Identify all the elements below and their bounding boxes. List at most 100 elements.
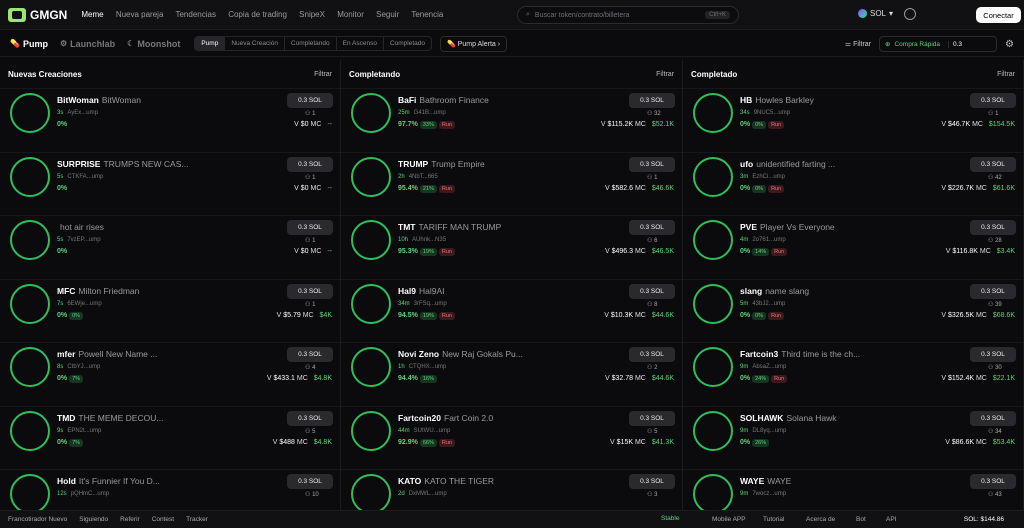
- token-card[interactable]: TRUMP Trump Empire 2h 4NbT...665 95.4% 21% Run…: [341, 151, 682, 216]
- segment-nueva[interactable]: Nueva Creación: [225, 37, 285, 50]
- buy-button[interactable]: 0.3 SOL: [970, 347, 1016, 362]
- settings-icon[interactable]: [904, 8, 916, 20]
- token-card[interactable]: Hal9 Hal9AI 34m 3rFSq...ump 94.5% 19% Run 0.3 S…: [341, 278, 682, 343]
- settings-icon[interactable]: ⚙: [1005, 39, 1014, 50]
- nav-snipex[interactable]: SnipeX: [299, 10, 325, 19]
- nav-meme[interactable]: Meme: [81, 10, 103, 19]
- nav-tendencias[interactable]: Tendencias: [175, 10, 215, 19]
- buy-button[interactable]: 0.3 SOL: [629, 156, 675, 172]
- buy-button[interactable]: 0.3 SOL: [629, 474, 675, 489]
- nav-seguir[interactable]: Seguir: [376, 10, 399, 19]
- nav-copia-trading[interactable]: Copia de trading: [228, 10, 287, 19]
- token-card[interactable]: Fartcoin20 Fart Coin 2.0 44m SUtWU...ump 92.…: [341, 405, 682, 470]
- buy-button[interactable]: 0.3 SOL: [970, 220, 1016, 235]
- tab-pump[interactable]: 💊 Pump: [10, 39, 48, 49]
- footer-referir[interactable]: Referir: [120, 516, 140, 523]
- buy-button[interactable]: 0.3 SOL: [287, 93, 333, 108]
- tab-launchlab[interactable]: ⚙ Launchlab: [60, 39, 115, 49]
- footer-acerca[interactable]: Acerca de: [806, 516, 835, 523]
- footer-api[interactable]: API: [886, 516, 896, 523]
- buy-button[interactable]: 0.3 SOL: [970, 156, 1016, 172]
- volume-mcap: V $488 MC $4.8K: [272, 438, 332, 446]
- buy-button[interactable]: 0.3 SOL: [287, 347, 333, 362]
- token-card[interactable]: TMT TARIFF MAN TRUMP 10h AUhnk...N35 95.3% 19…: [341, 215, 682, 279]
- token-card[interactable]: KATO KATO THE TIGER 2d DxMWL...ump 0.3 SOL ⚇ …: [341, 469, 682, 510]
- user-icon: ⚇: [305, 301, 311, 308]
- token-card[interactable]: ufo unidentified farting ... 3m EzhCi...ump…: [683, 151, 1023, 216]
- token-progress: 0% 14% Run: [740, 248, 788, 256]
- buy-button[interactable]: 0.3 SOL: [287, 283, 333, 299]
- column-0: Nuevas Creaciones Filtrar BitWoman BitWoman…: [0, 60, 341, 510]
- buy-button[interactable]: 0.3 SOL: [629, 410, 675, 426]
- buy-button[interactable]: 0.3 SOL: [970, 410, 1016, 426]
- buy-button[interactable]: 0.3 SOL: [629, 283, 675, 299]
- holder-count: ⚇ 34: [988, 428, 1002, 435]
- token-card[interactable]: hot air rises 5s 7vzEP...ump 0% 0.3 SOL ⚇ 1 V …: [0, 215, 340, 279]
- chain-selector[interactable]: SOL ▾: [858, 9, 893, 18]
- buy-button[interactable]: 0.3 SOL: [287, 220, 333, 235]
- token-card[interactable]: WAYE WAYE 9m 7wocz...ump 0.3 SOL ⚇ 43: [683, 469, 1023, 510]
- token-card[interactable]: mfer Powell New Name ... 8s CtbYJ...ump 0% 7%…: [0, 342, 340, 406]
- segment-pump[interactable]: Pump: [195, 37, 226, 50]
- footer-siguiendo[interactable]: Siguiendo: [79, 516, 108, 523]
- footer-tracker[interactable]: Tracker: [186, 516, 208, 523]
- segment-completado[interactable]: Completado: [384, 37, 431, 50]
- token-card[interactable]: BaFi Bathroom Finance 25m G41B...ump 97.7% 33…: [341, 88, 682, 152]
- pump-alert-button[interactable]: 💊 Pump Alerta ›: [440, 35, 508, 52]
- token-card[interactable]: SOLHAWK Solana Hawk 9m DL8yq...ump 0% 26% 0.3 …: [683, 405, 1023, 470]
- chevron-down-icon: ▾: [889, 9, 894, 18]
- volume-mcap: V $152.4K MC $22.1K: [941, 375, 1015, 382]
- token-card[interactable]: HB Howles Barkley 34s 9NUC5...ump 0% 0% Run 0.3…: [683, 88, 1023, 152]
- run-badge: Run: [438, 311, 455, 320]
- token-card[interactable]: TMD THE MEME DECOU... 9s EPN2t...ump 0% 7% 0.3…: [0, 405, 340, 470]
- column-filter[interactable]: Filtrar: [314, 71, 332, 78]
- connect-button[interactable]: Conectar: [976, 7, 1021, 23]
- nav-nueva-pareja[interactable]: Nueva pareja: [116, 10, 164, 19]
- token-card[interactable]: slang name slang 5m 43bJ2...ump 0% 0% Run 0.3 S…: [683, 278, 1023, 343]
- main-nav: Meme Nueva pareja Tendencias Copia de tr…: [81, 10, 453, 19]
- user-icon: ⚇: [988, 111, 994, 117]
- filter-button[interactable]: ⚌ Filtrar: [845, 40, 871, 48]
- buy-button[interactable]: 0.3 SOL: [629, 93, 675, 108]
- footer-mobile-app[interactable]: Mobile APP: [712, 516, 746, 523]
- tab-moonshot[interactable]: ☾ Moonshot: [127, 39, 180, 49]
- segment-completando[interactable]: Completando: [285, 37, 337, 50]
- token-card[interactable]: Hold It's Funnier If You D... 12s pQHmC...u…: [0, 469, 340, 510]
- buy-button[interactable]: 0.3 SOL: [970, 93, 1016, 108]
- footer-francotirador[interactable]: Francotirador Nuevo: [8, 516, 67, 523]
- token-progress: 0%: [57, 121, 68, 128]
- buy-button[interactable]: 0.3 SOL: [287, 156, 333, 172]
- token-meta: 2h 4NbT...665: [398, 173, 438, 180]
- column-filter[interactable]: Filtrar: [997, 71, 1015, 78]
- buy-button[interactable]: 0.3 SOL: [287, 474, 333, 489]
- buy-button[interactable]: 0.3 SOL: [970, 283, 1016, 299]
- buy-button[interactable]: 0.3 SOL: [287, 410, 333, 426]
- quick-buy-input[interactable]: ⊕ Compra Rápida 0.3: [879, 36, 998, 52]
- holder-count: ⚇ 30: [988, 365, 1002, 371]
- token-card[interactable]: SURPRISE TRUMPS NEW CAS... 5s CTKFA...ump 0%…: [0, 151, 340, 216]
- holder-badge: 7%: [69, 438, 84, 447]
- token-card[interactable]: Novi Zeno New Raj Gokals Pu... 1h CTQHX...u…: [341, 342, 682, 406]
- sol-price: SOL: $144.86: [963, 516, 1004, 523]
- token-avatar: [351, 283, 391, 324]
- token-card[interactable]: BitWoman BitWoman 3s AyEx...ump 0% 0.3 SOL ⚇ 1…: [0, 88, 340, 152]
- search-input[interactable]: ⌕ Buscar token/contrato/billetera Ctrl+K: [517, 6, 739, 24]
- user-icon: ⚇: [305, 238, 311, 244]
- token-card[interactable]: PVE Player Vs Everyone 4m 2o761...ump 0% 14% R…: [683, 215, 1023, 279]
- lightning-icon: ⊕: [885, 41, 891, 48]
- segment-ascenso[interactable]: En Ascenso: [337, 37, 384, 50]
- buy-button[interactable]: 0.3 SOL: [629, 220, 675, 235]
- buy-button[interactable]: 0.3 SOL: [970, 474, 1016, 489]
- column-filter[interactable]: Filtrar: [656, 71, 674, 78]
- token-card[interactable]: Fartcoin3 Third time is the ch... 9m AbsaZ.…: [683, 342, 1023, 406]
- logo[interactable]: GMGN: [8, 7, 67, 22]
- nav-tenencia[interactable]: Tenencia: [411, 10, 443, 19]
- token-card[interactable]: MFC Milton Friedman 7s 6EWje...ump 0% 0% 0.3 S…: [0, 278, 340, 343]
- footer-bot[interactable]: Bot: [856, 516, 866, 523]
- nav-monitor[interactable]: Monitor: [337, 10, 364, 19]
- footer-tutorial[interactable]: Tutorial: [763, 516, 784, 523]
- footer-contest[interactable]: Contest: [152, 516, 174, 523]
- token-meta: 34s 9NUC5...ump: [740, 110, 791, 116]
- buy-button[interactable]: 0.3 SOL: [629, 347, 675, 362]
- token-name: TMD THE MEME DECOU...: [57, 412, 164, 423]
